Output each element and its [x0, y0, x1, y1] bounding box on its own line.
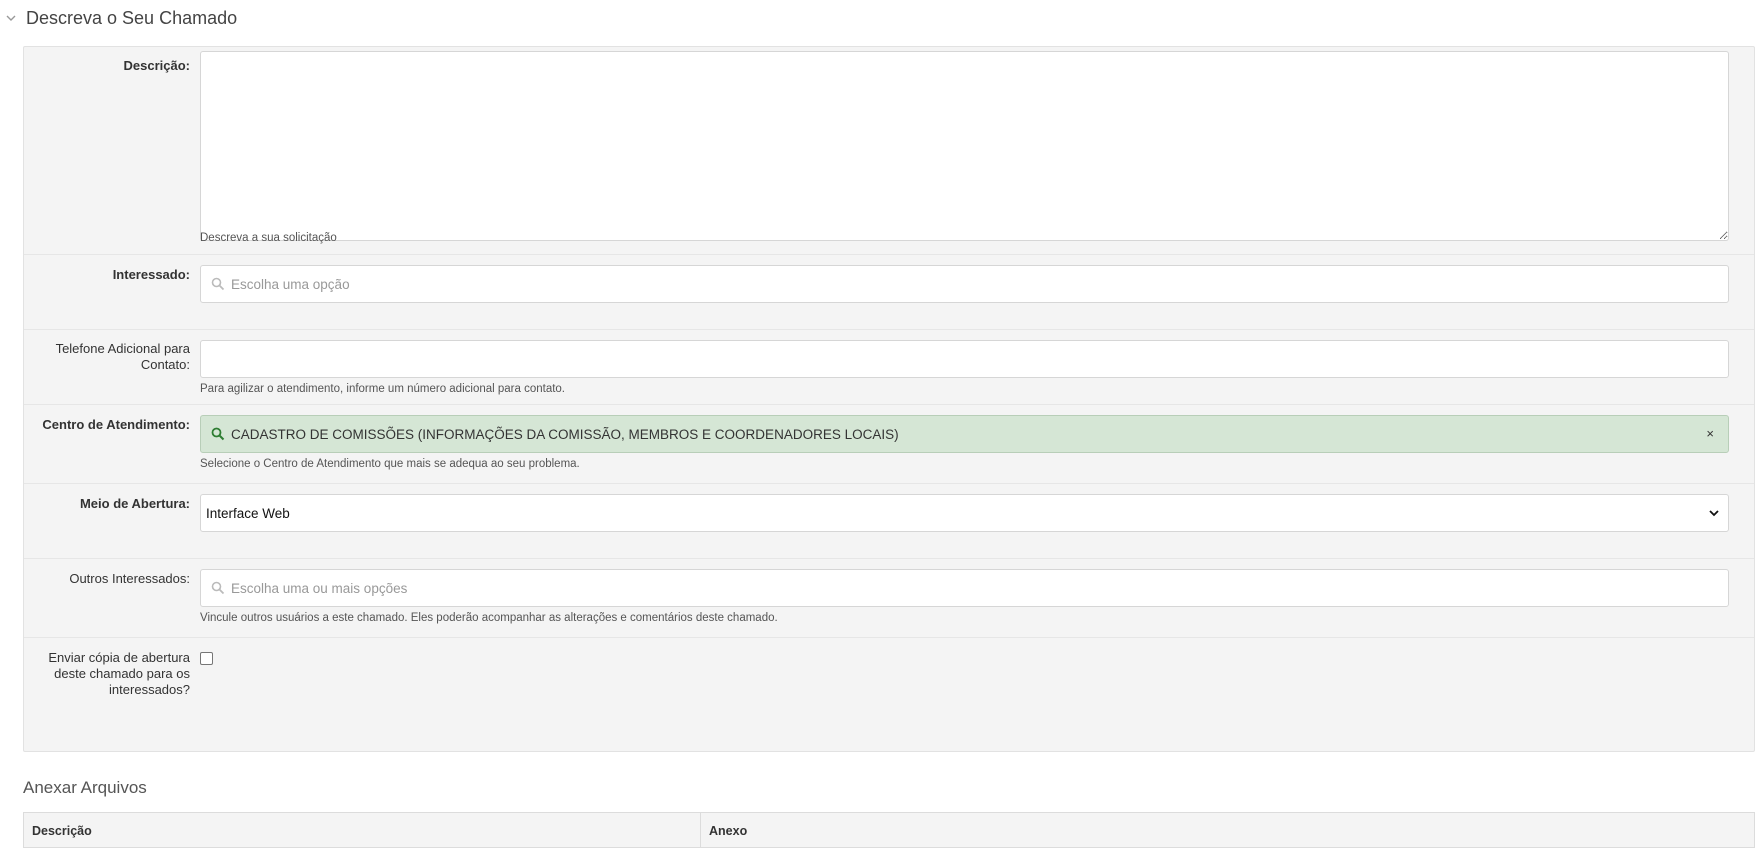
column-header-anexo: Anexo	[709, 824, 748, 838]
section-toggle[interactable]: Descreva o Seu Chamado	[4, 6, 237, 30]
attachments-title: Anexar Arquivos	[23, 778, 147, 797]
chevron-down-icon	[1708, 507, 1720, 519]
search-icon	[211, 427, 225, 441]
telefone-label: Telefone Adicional para Contato:	[55, 341, 190, 372]
row-centro: Centro de Atendimento: CADASTRO DE COMIS…	[24, 405, 1754, 484]
centro-select[interactable]: CADASTRO DE COMISSÕES (INFORMAÇÕES DA CO…	[200, 415, 1729, 453]
meio-label: Meio de Abertura:	[79, 496, 190, 511]
outros-select[interactable]: Escolha uma ou mais opções	[200, 569, 1729, 607]
telefone-input[interactable]	[200, 340, 1729, 378]
ticket-form: Descrição: Descreva a sua solicitação In…	[23, 46, 1755, 752]
section-title: Descreva o Seu Chamado	[26, 7, 238, 28]
telefone-help: Para agilizar o atendimento, informe um …	[200, 383, 566, 395]
attachments-table: Descrição Anexo	[23, 812, 1755, 848]
column-header-descricao: Descrição	[24, 813, 701, 848]
centro-label: Centro de Atendimento:	[42, 417, 190, 432]
meio-selected-value: Interface Web	[206, 505, 290, 521]
row-outros: Outros Interessados: Escolha uma ou mais…	[24, 559, 1754, 638]
interessado-select[interactable]: Escolha uma opção	[200, 265, 1729, 303]
row-meio: Meio de Abertura: Interface Web	[24, 484, 1754, 559]
row-telefone: Telefone Adicional para Contato: Para ag…	[24, 330, 1754, 405]
descricao-label: Descrição:	[123, 58, 190, 73]
interessado-label: Interessado:	[112, 267, 190, 282]
descricao-textarea[interactable]	[200, 51, 1729, 241]
row-interessado: Interessado: Escolha uma opção	[24, 255, 1754, 330]
centro-help: Selecione o Centro de Atendimento que ma…	[200, 458, 580, 470]
chevron-down-icon	[4, 11, 18, 25]
copia-label: Enviar cópia de abertura deste chamado p…	[48, 650, 190, 697]
row-descricao: Descrição: Descreva a sua solicitação	[24, 47, 1754, 255]
copia-checkbox[interactable]	[200, 652, 213, 665]
search-icon	[211, 277, 225, 291]
outros-placeholder: Escolha uma ou mais opções	[231, 580, 408, 596]
descricao-help: Descreva a sua solicitação	[200, 232, 337, 244]
centro-selected-value: CADASTRO DE COMISSÕES (INFORMAÇÕES DA CO…	[231, 426, 899, 442]
outros-help: Vincule outros usuários a este chamado. …	[200, 612, 778, 624]
outros-label: Outros Interessados:	[69, 571, 190, 586]
clear-icon[interactable]: ×	[1706, 426, 1714, 441]
search-icon	[211, 581, 225, 595]
meio-select[interactable]: Interface Web	[200, 494, 1729, 532]
row-copia: Enviar cópia de abertura deste chamado p…	[24, 638, 1754, 751]
interessado-placeholder: Escolha uma opção	[231, 276, 350, 292]
